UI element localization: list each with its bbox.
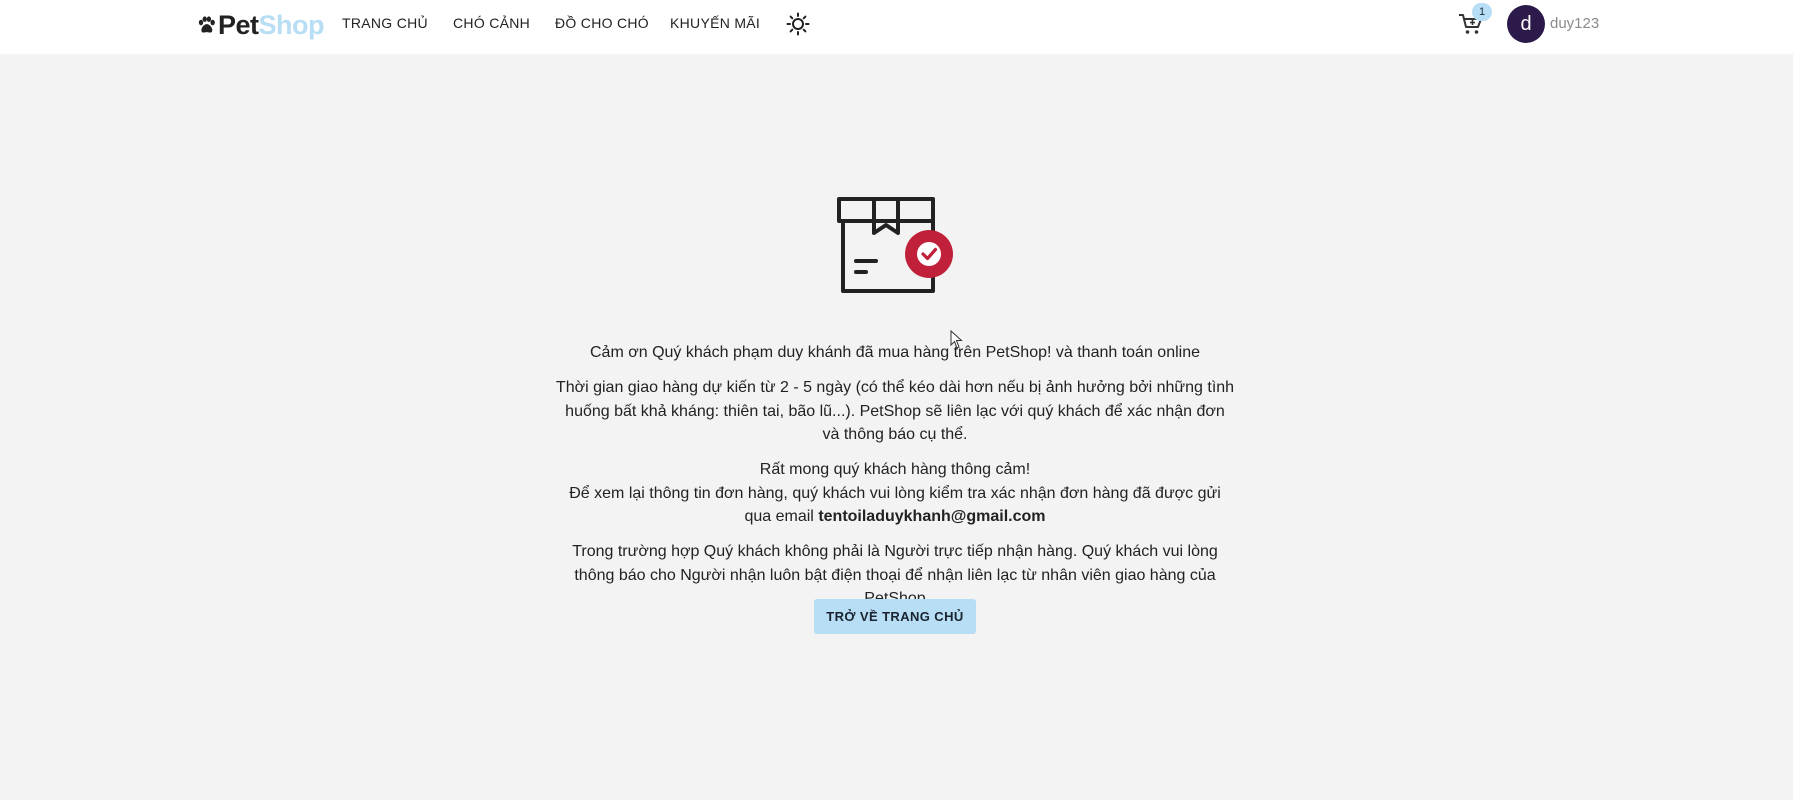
username[interactable]: duy123 bbox=[1550, 15, 1599, 32]
nav-home[interactable]: TRANG CHỦ bbox=[342, 0, 428, 46]
logo-text-pet: Pet bbox=[218, 9, 259, 40]
customer-email: tentoiladuykhanh@gmail.com bbox=[818, 508, 1046, 525]
review-text: Để xem lại thông tin đơn hàng, quý khách… bbox=[555, 482, 1235, 529]
sun-icon[interactable] bbox=[786, 12, 810, 36]
mouse-cursor-icon bbox=[950, 330, 963, 349]
package-check-icon bbox=[837, 197, 953, 293]
avatar[interactable]: d bbox=[1507, 5, 1545, 43]
nav-dogs[interactable]: CHÓ CẢNH bbox=[453, 0, 530, 46]
nav-dog-supplies[interactable]: ĐỒ CHO CHÓ bbox=[555, 0, 649, 46]
apology-text: Rất mong quý khách hàng thông cảm! bbox=[759, 461, 1031, 478]
logo-text-shop: Shop bbox=[258, 9, 325, 40]
top-navbar: Pet Shop TRANG CHỦ CHÓ CẢNH ĐỒ CHO CHÓ KH… bbox=[0, 0, 1793, 54]
cart-count-badge: 1 bbox=[1472, 3, 1492, 21]
paw-icon bbox=[198, 16, 215, 33]
delivery-info: Thời gian giao hàng dự kiến từ 2 - 5 ngà… bbox=[555, 379, 1235, 443]
petshop-logo[interactable]: Pet Shop bbox=[196, 8, 325, 42]
nav-promotions[interactable]: KHUYẾN MÃI bbox=[670, 0, 760, 46]
thank-you-message: Cảm ơn Quý khách phạm duy khánh đã mua h… bbox=[590, 344, 1200, 361]
back-to-home-button[interactable]: TRỞ VỀ TRANG CHỦ bbox=[814, 599, 976, 634]
order-review-info: Rất mong quý khách hàng thông cảm! Để xe… bbox=[555, 458, 1235, 529]
